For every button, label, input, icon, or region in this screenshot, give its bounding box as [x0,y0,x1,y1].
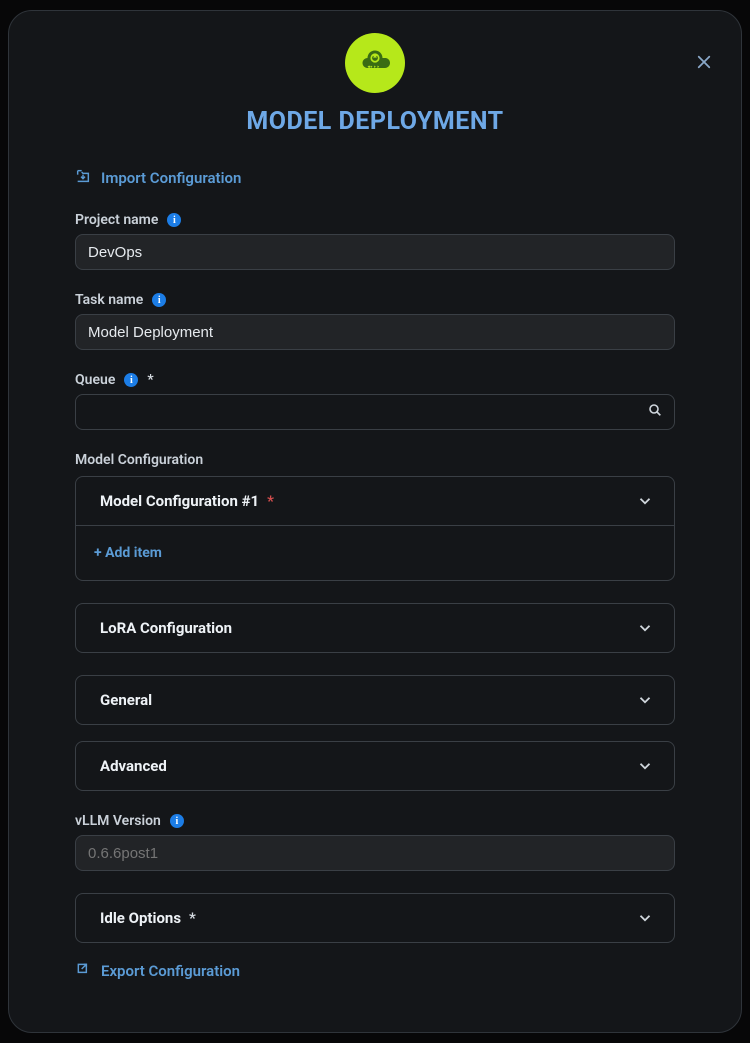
lora-section[interactable]: LoRA Configuration [76,604,674,652]
import-config-button[interactable]: Import Configuration [75,168,675,188]
model-config-item-title: Model Configuration #1 [100,492,259,510]
general-section[interactable]: General [76,676,674,724]
chevron-down-icon [636,757,654,775]
lora-title: LoRA Configuration [100,619,232,637]
model-config-label: Model Configuration [75,452,675,468]
queue-input[interactable] [75,394,675,430]
close-icon[interactable] [695,53,713,75]
info-icon[interactable]: i [152,293,166,307]
deployment-logo-icon [345,33,405,93]
export-icon [75,961,91,981]
model-config-item-1[interactable]: Model Configuration #1 * [76,477,674,526]
chevron-down-icon [636,691,654,709]
import-icon [75,168,91,188]
project-name-input[interactable] [75,234,675,270]
advanced-title: Advanced [100,757,167,775]
model-config-group: Model Configuration #1 * + Add item [75,476,675,581]
modal-title: MODEL DEPLOYMENT [246,107,503,136]
required-marker: * [147,372,153,388]
vllm-label: vLLM Version [75,813,161,829]
idle-title: Idle Options [100,909,181,927]
vllm-version-input[interactable] [75,835,675,871]
task-name-label: Task name [75,292,143,308]
queue-label: Queue [75,372,115,388]
chevron-down-icon [636,492,654,510]
search-icon[interactable] [647,402,663,422]
info-icon[interactable]: i [167,213,181,227]
export-label: Export Configuration [101,962,240,980]
export-config-button[interactable]: Export Configuration [75,961,675,981]
chevron-down-icon [636,909,654,927]
info-icon[interactable]: i [170,814,184,828]
general-title: General [100,691,152,709]
advanced-section[interactable]: Advanced [76,742,674,790]
task-name-input[interactable] [75,314,675,350]
idle-options-section[interactable]: Idle Options * [76,894,674,942]
info-icon[interactable]: i [124,373,138,387]
add-item-label: + Add item [94,545,162,561]
required-marker: * [267,492,274,510]
required-marker: * [189,909,196,927]
import-label: Import Configuration [101,169,241,187]
project-name-label: Project name [75,212,158,228]
chevron-down-icon [636,619,654,637]
add-model-config-button[interactable]: + Add item [76,526,674,580]
deployment-modal: MODEL DEPLOYMENT Import Configuration Pr… [8,10,742,1033]
